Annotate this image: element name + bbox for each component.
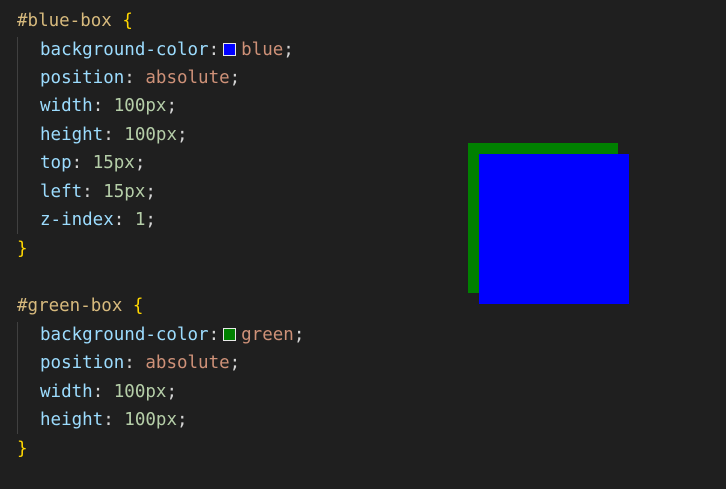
code-line-blue-left: left: 15px; — [40, 182, 156, 202]
code-line-blue-background-color: background-color: blue; — [40, 40, 294, 60]
blue-width-property: width — [40, 96, 93, 116]
code-line-blue-selector: #blue-box { — [17, 7, 133, 35]
indent-guide — [17, 37, 18, 234]
blue-box-selector: #blue-box — [17, 11, 112, 31]
blue-color-swatch[interactable] — [223, 43, 237, 56]
indent-guide — [17, 322, 18, 434]
css-code-editor[interactable]: #blue-box { background-color: blue; posit… — [0, 0, 460, 489]
render-preview — [468, 143, 629, 304]
blue-height-value: 100px — [124, 125, 177, 145]
green-height-property: height — [40, 410, 104, 430]
blue-top-property: top — [40, 153, 72, 173]
green-background-color-value: green — [241, 325, 294, 345]
green-width-property: width — [40, 382, 93, 402]
blue-position-value: absolute — [145, 68, 230, 88]
code-line-blue-close: } — [17, 235, 28, 263]
code-line-blue-width: width: 100px; — [40, 96, 177, 116]
green-position-value: absolute — [145, 353, 230, 373]
code-line-green-selector: #green-box { — [17, 292, 143, 320]
green-color-swatch[interactable] — [223, 328, 237, 341]
blue-box — [479, 154, 629, 304]
green-box-selector: #green-box — [17, 296, 123, 316]
blue-position-property: position — [40, 68, 125, 88]
code-line-green-width: width: 100px; — [40, 382, 177, 402]
blue-z-index-property: z-index — [40, 210, 114, 230]
code-line-green-close: } — [17, 435, 28, 463]
blue-height-property: height — [40, 125, 104, 145]
green-width-value: 100px — [113, 382, 167, 402]
code-line-green-position: position: absolute; — [40, 353, 241, 373]
code-line-green-height: height: 100px; — [40, 410, 188, 430]
green-height-value: 100px — [124, 410, 177, 430]
blue-left-value: 15px — [103, 182, 146, 202]
blue-box-open-brace: { — [122, 11, 133, 31]
code-line-blue-top: top: 15px; — [40, 153, 146, 173]
code-line-blue-height: height: 100px; — [40, 125, 188, 145]
blue-background-color-property: background-color — [40, 40, 209, 60]
blue-width-value: 100px — [113, 96, 167, 116]
blue-top-value: 15px — [92, 153, 135, 173]
code-line-blue-z-index: z-index: 1; — [40, 210, 156, 230]
blue-left-property: left — [40, 182, 83, 202]
blue-z-index-value: 1 — [134, 210, 146, 230]
code-line-green-background-color: background-color: green; — [40, 325, 305, 345]
green-box-close-brace: } — [17, 439, 28, 459]
code-line-blue-position: position: absolute; — [40, 68, 241, 88]
green-position-property: position — [40, 353, 125, 373]
blue-background-color-value: blue — [241, 40, 284, 60]
green-box-open-brace: { — [132, 296, 144, 316]
blue-box-close-brace: } — [17, 239, 28, 259]
green-background-color-property: background-color — [40, 325, 209, 345]
